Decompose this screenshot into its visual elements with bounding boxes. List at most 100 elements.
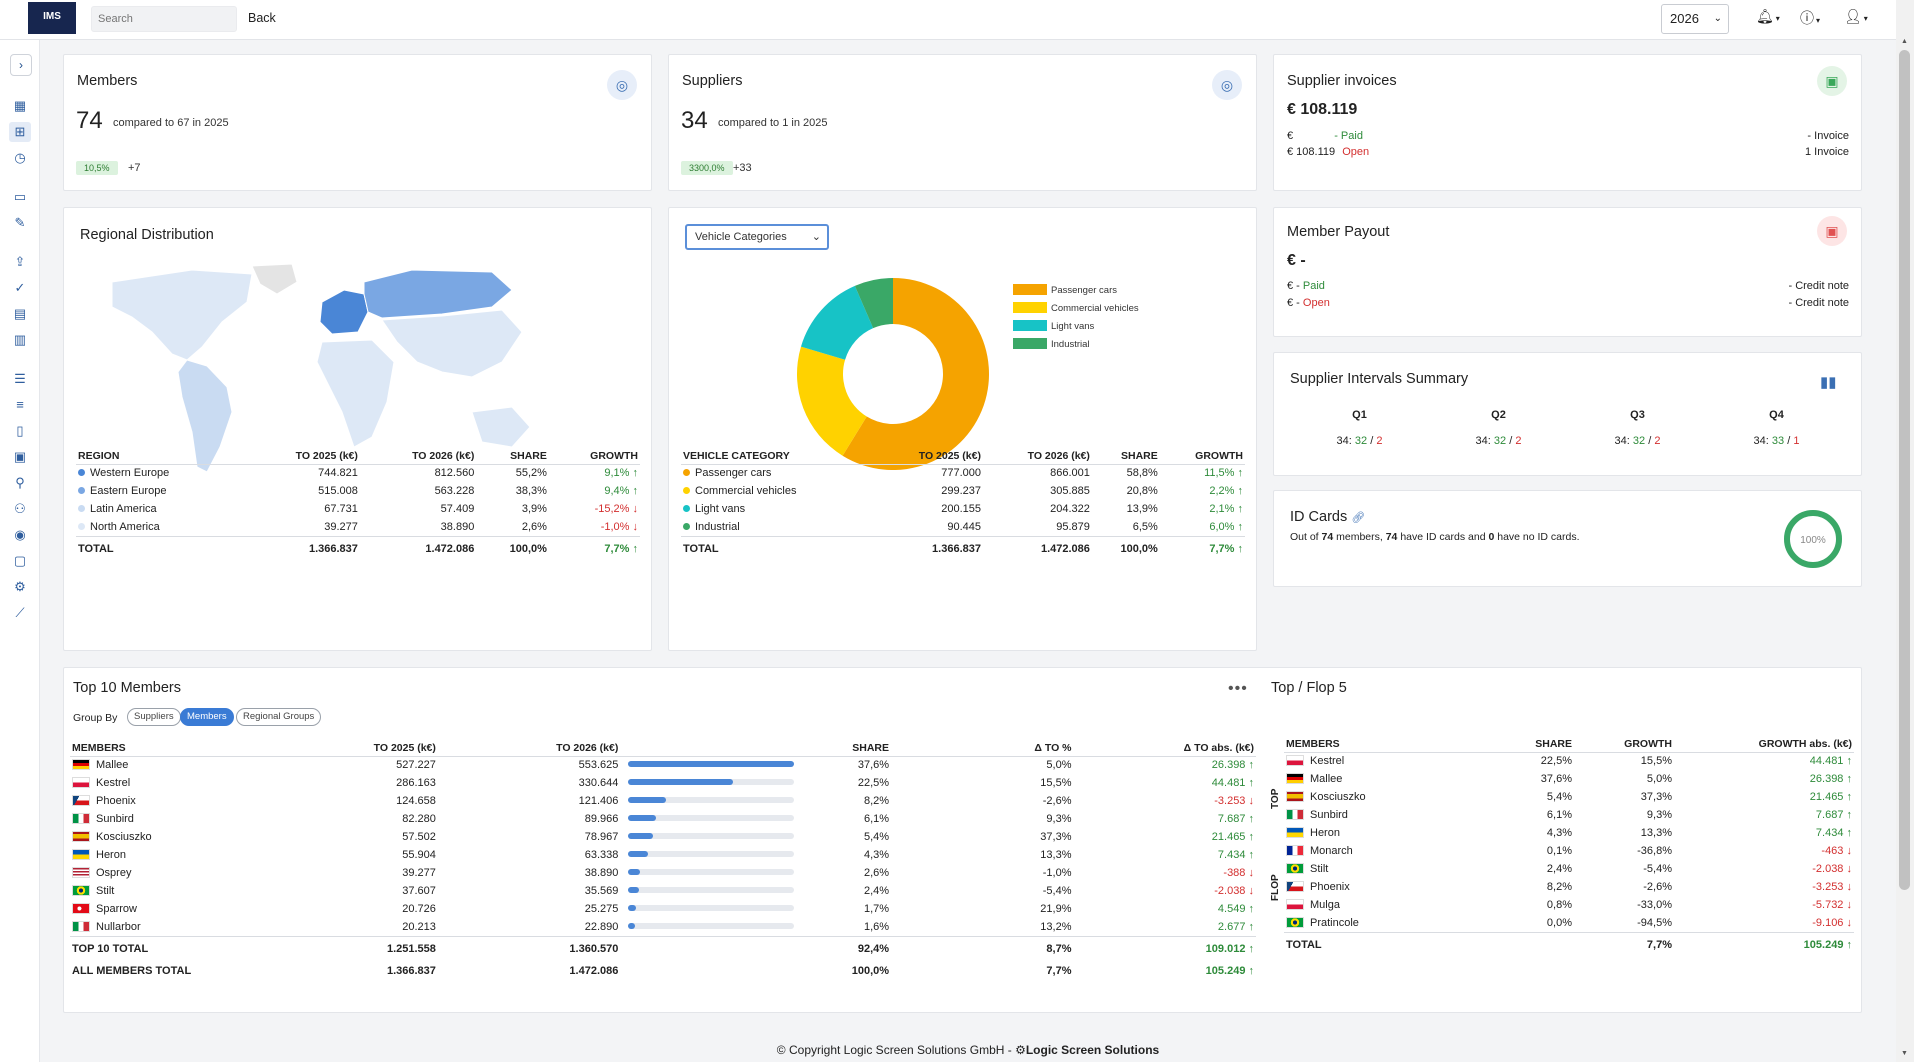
- cell: 105.249 ↑: [1073, 962, 1256, 980]
- bar-chart-icon[interactable]: ▮▮: [1820, 373, 1837, 391]
- cell: 39.277: [324, 520, 358, 533]
- cell: 37,3%: [1640, 791, 1672, 803]
- table-row[interactable]: Pratincole 0,0% -94,5% -9.106 ↓: [1284, 914, 1854, 932]
- arrow-up-icon: ↑: [1846, 939, 1853, 952]
- apps-icon[interactable]: ▦: [9, 96, 31, 116]
- back-button[interactable]: Back: [248, 11, 276, 25]
- cell: 2,4%: [1546, 863, 1572, 875]
- col-region: REGION: [76, 448, 244, 465]
- invoice-icon: ▣: [1817, 66, 1847, 96]
- table-row[interactable]: Nullarbor 20.213 22.890 1,6% 13,2% 2.677 ↑: [70, 918, 1256, 936]
- table-row[interactable]: Stilt 2,4% -5,4% -2.038 ↓: [1284, 860, 1854, 878]
- legend-item[interactable]: Commercial vehicles: [1013, 302, 1139, 314]
- arrow-down-icon: ↓: [1846, 899, 1853, 911]
- table-row[interactable]: Mallee 527.227 553.625 37,6% 5,0% 26.398 ↑: [70, 756, 1256, 774]
- help-button[interactable]: ⓘ ▾: [1800, 8, 1834, 30]
- table-row[interactable]: Kosciuszko 57.502 78.967 5,4% 37,3% 21.465 ↑: [70, 828, 1256, 846]
- value: 109.012: [1205, 943, 1246, 956]
- legend-item[interactable]: Passenger cars: [1013, 284, 1117, 296]
- receipt-icon[interactable]: ▯: [9, 421, 31, 441]
- growth-value: 7,7%: [604, 543, 630, 556]
- table-row[interactable]: Sparrow 20.726 25.275 1,7% 21,9% 4.549 ↑: [70, 900, 1256, 918]
- footer: © Copyright Logic Screen Solutions GmbH …: [40, 1034, 1896, 1062]
- user-icon[interactable]: ⚲: [9, 473, 31, 493]
- calc-icon[interactable]: ▥: [9, 330, 31, 350]
- quarter-label: Q3: [1630, 409, 1645, 421]
- cell: TOTAL: [76, 535, 244, 562]
- growth-abs: 7.434: [1815, 827, 1844, 839]
- table-row[interactable]: Sunbird 6,1% 9,3% 7.687 ↑: [1284, 806, 1854, 824]
- cell: 8,2%: [1546, 881, 1572, 893]
- cell: 37,6%: [1540, 773, 1572, 785]
- table-row[interactable]: Kestrel 286.163 330.644 22,5% 15,5% 44.481 ↑: [70, 774, 1256, 792]
- arrow-down-icon: ↓: [1846, 916, 1853, 929]
- users-icon[interactable]: ⚇: [9, 499, 31, 519]
- chart-line-icon[interactable]: ⟋: [9, 603, 31, 623]
- scrollbar[interactable]: ▲ ▼: [1896, 0, 1914, 1062]
- id-card-icon[interactable]: ▢: [9, 551, 31, 571]
- table-row[interactable]: Osprey 39.277 38.890 2,6% -1,0% -388 ↓: [70, 864, 1256, 882]
- vehicle-category-select[interactable]: Vehicle Categories ⌄: [685, 224, 829, 250]
- regional-distribution-card: Regional Distribution REGION TO 2025 (k€…: [63, 207, 652, 651]
- table-row[interactable]: Kestrel 22,5% 15,5% 44.481 ↑: [1284, 752, 1854, 770]
- scroll-thumb[interactable]: [1899, 50, 1910, 890]
- cell: 563.228: [434, 485, 475, 497]
- table-row[interactable]: Phoenix 124.658 121.406 8,2% -2,6% -3.253 ↓: [70, 792, 1256, 810]
- suppliers-delta: +33: [733, 162, 752, 174]
- list-alt-icon[interactable]: ≡: [9, 395, 31, 415]
- scroll-up-icon[interactable]: ▲: [1901, 38, 1908, 45]
- account-circle-icon[interactable]: ◉: [9, 525, 31, 545]
- group-members-button[interactable]: Members: [180, 708, 234, 726]
- table-row[interactable]: Sunbird 82.280 89.966 6,1% 9,3% 7.687 ↑: [70, 810, 1256, 828]
- document-icon[interactable]: ▤: [9, 304, 31, 324]
- col-members: MEMBERS: [70, 740, 231, 757]
- sidebar-toggle-button[interactable]: ›: [10, 54, 32, 76]
- notifications-button[interactable]: 🔔︎ ▾: [1756, 8, 1790, 30]
- member-name: Nullarbor: [96, 920, 141, 933]
- legend-item[interactable]: Light vans: [1013, 320, 1094, 332]
- suppliers-card: Suppliers ◎ 34 compared to 1 in 2025 330…: [668, 54, 1257, 191]
- table-row[interactable]: Mallee 37,6% 5,0% 26.398 ↑: [1284, 770, 1854, 788]
- folder-icon[interactable]: ▭: [9, 187, 31, 207]
- dashboard-icon[interactable]: ⊞: [9, 122, 31, 142]
- legend-dot: [683, 469, 690, 477]
- link-icon[interactable]: 🔗︎: [1351, 512, 1365, 524]
- edit-icon[interactable]: ✎: [9, 213, 31, 233]
- arrow-up-icon: ↑: [1248, 943, 1255, 956]
- table-row[interactable]: Monarch 0,1% -36,8% -463 ↓: [1284, 842, 1854, 860]
- table-row[interactable]: Stilt 37.607 35.569 2,4% -5,4% -2.038 ↓: [70, 882, 1256, 900]
- clock-icon[interactable]: ◷: [9, 148, 31, 168]
- quarter-ok: 32: [1493, 435, 1507, 447]
- col-growth: GROWTH: [1159, 448, 1245, 465]
- list-icon[interactable]: ☰: [9, 369, 31, 389]
- group-suppliers-button[interactable]: Suppliers: [127, 708, 181, 726]
- gear-icon[interactable]: ⚙: [9, 577, 31, 597]
- check-icon[interactable]: ✓: [9, 278, 31, 298]
- calendar-icon[interactable]: ▣: [9, 447, 31, 467]
- delta-abs: -2.038: [1214, 885, 1246, 897]
- flag-icon: [1286, 845, 1304, 856]
- top10-body: Mallee 527.227 553.625 37,6% 5,0% 26.398 ↑ Kes…: [70, 756, 1256, 936]
- group-regional-button[interactable]: Regional Groups: [236, 708, 322, 726]
- upload-icon[interactable]: ⇪: [9, 252, 31, 272]
- table-row[interactable]: Mulga 0,8% -33,0% -5.732 ↓: [1284, 896, 1854, 914]
- search-input[interactable]: [91, 6, 237, 32]
- year-select[interactable]: 2026 ⌄: [1661, 4, 1729, 34]
- growth-abs: -463: [1821, 845, 1844, 857]
- cell: 2,4%: [863, 885, 890, 897]
- col-vehicle-category: VEHICLE CATEGORY: [681, 448, 875, 465]
- table-row[interactable]: Kosciuszko 5,4% 37,3% 21.465 ↑: [1284, 788, 1854, 806]
- flop-label: FLOP: [1270, 874, 1281, 901]
- scroll-down-icon[interactable]: ▼: [1901, 1050, 1908, 1057]
- table-row[interactable]: Heron 4,3% 13,3% 7.434 ↑: [1284, 824, 1854, 842]
- table-row[interactable]: Phoenix 8,2% -2,6% -3.253 ↓: [1284, 878, 1854, 896]
- ims-logo[interactable]: IMS: [28, 2, 76, 34]
- id-cards-title-text: ID Cards: [1290, 509, 1348, 525]
- legend-item[interactable]: Industrial: [1013, 338, 1090, 350]
- user-menu-button[interactable]: 👤︎ ▾: [1844, 8, 1878, 30]
- cell: 1,6%: [863, 920, 890, 933]
- legend-dot: [683, 487, 690, 494]
- more-options-icon[interactable]: •••: [1228, 680, 1248, 698]
- arrow-down-icon: ↓: [632, 503, 639, 515]
- table-row[interactable]: Heron 55.904 63.338 4,3% 13,3% 7.434 ↑: [70, 846, 1256, 864]
